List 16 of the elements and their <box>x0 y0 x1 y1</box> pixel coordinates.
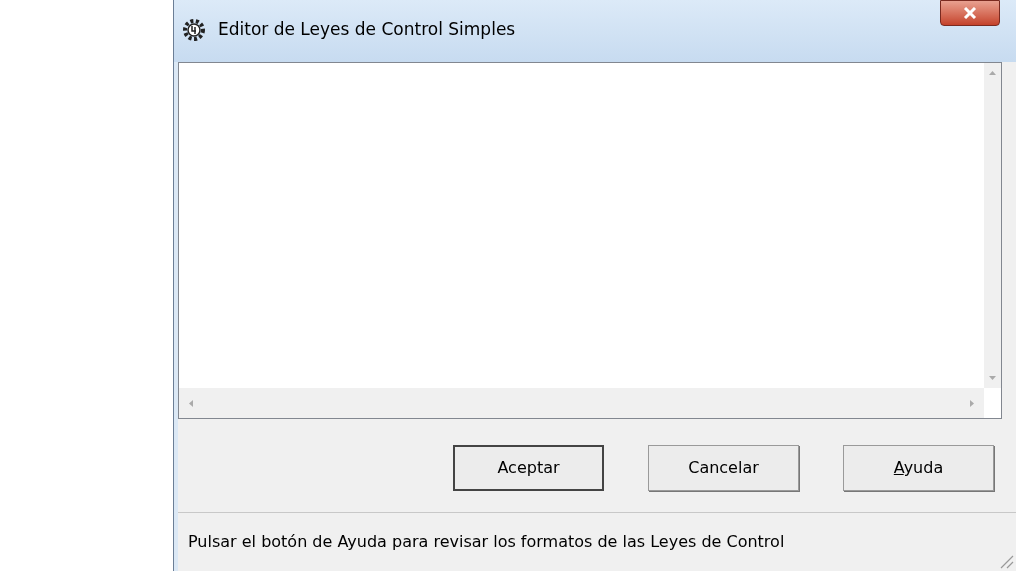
scroll-down-icon <box>989 376 996 380</box>
dialog-button[interactable]: Ayuda <box>843 444 994 491</box>
close-icon <box>963 7 977 19</box>
dialog-button[interactable]: Aceptar <box>453 444 604 491</box>
close-button[interactable] <box>940 0 1000 26</box>
editor-field[interactable] <box>178 62 1002 419</box>
gear-icon <box>182 18 206 42</box>
status-text: Pulsar el botón de Ayuda para revisar los formatos de las Leyes de Control <box>188 531 785 553</box>
resize-grip-icon <box>998 553 1014 569</box>
dialog-button[interactable]: Cancelar <box>648 444 799 491</box>
horizontal-scrollbar[interactable] <box>179 388 984 418</box>
scroll-right-icon <box>970 399 974 407</box>
scroll-up-icon <box>989 71 996 75</box>
window-title: Editor de Leyes de Control Simples <box>218 18 516 42</box>
vertical-scrollbar[interactable] <box>984 63 1001 388</box>
scroll-left-icon <box>189 399 193 407</box>
